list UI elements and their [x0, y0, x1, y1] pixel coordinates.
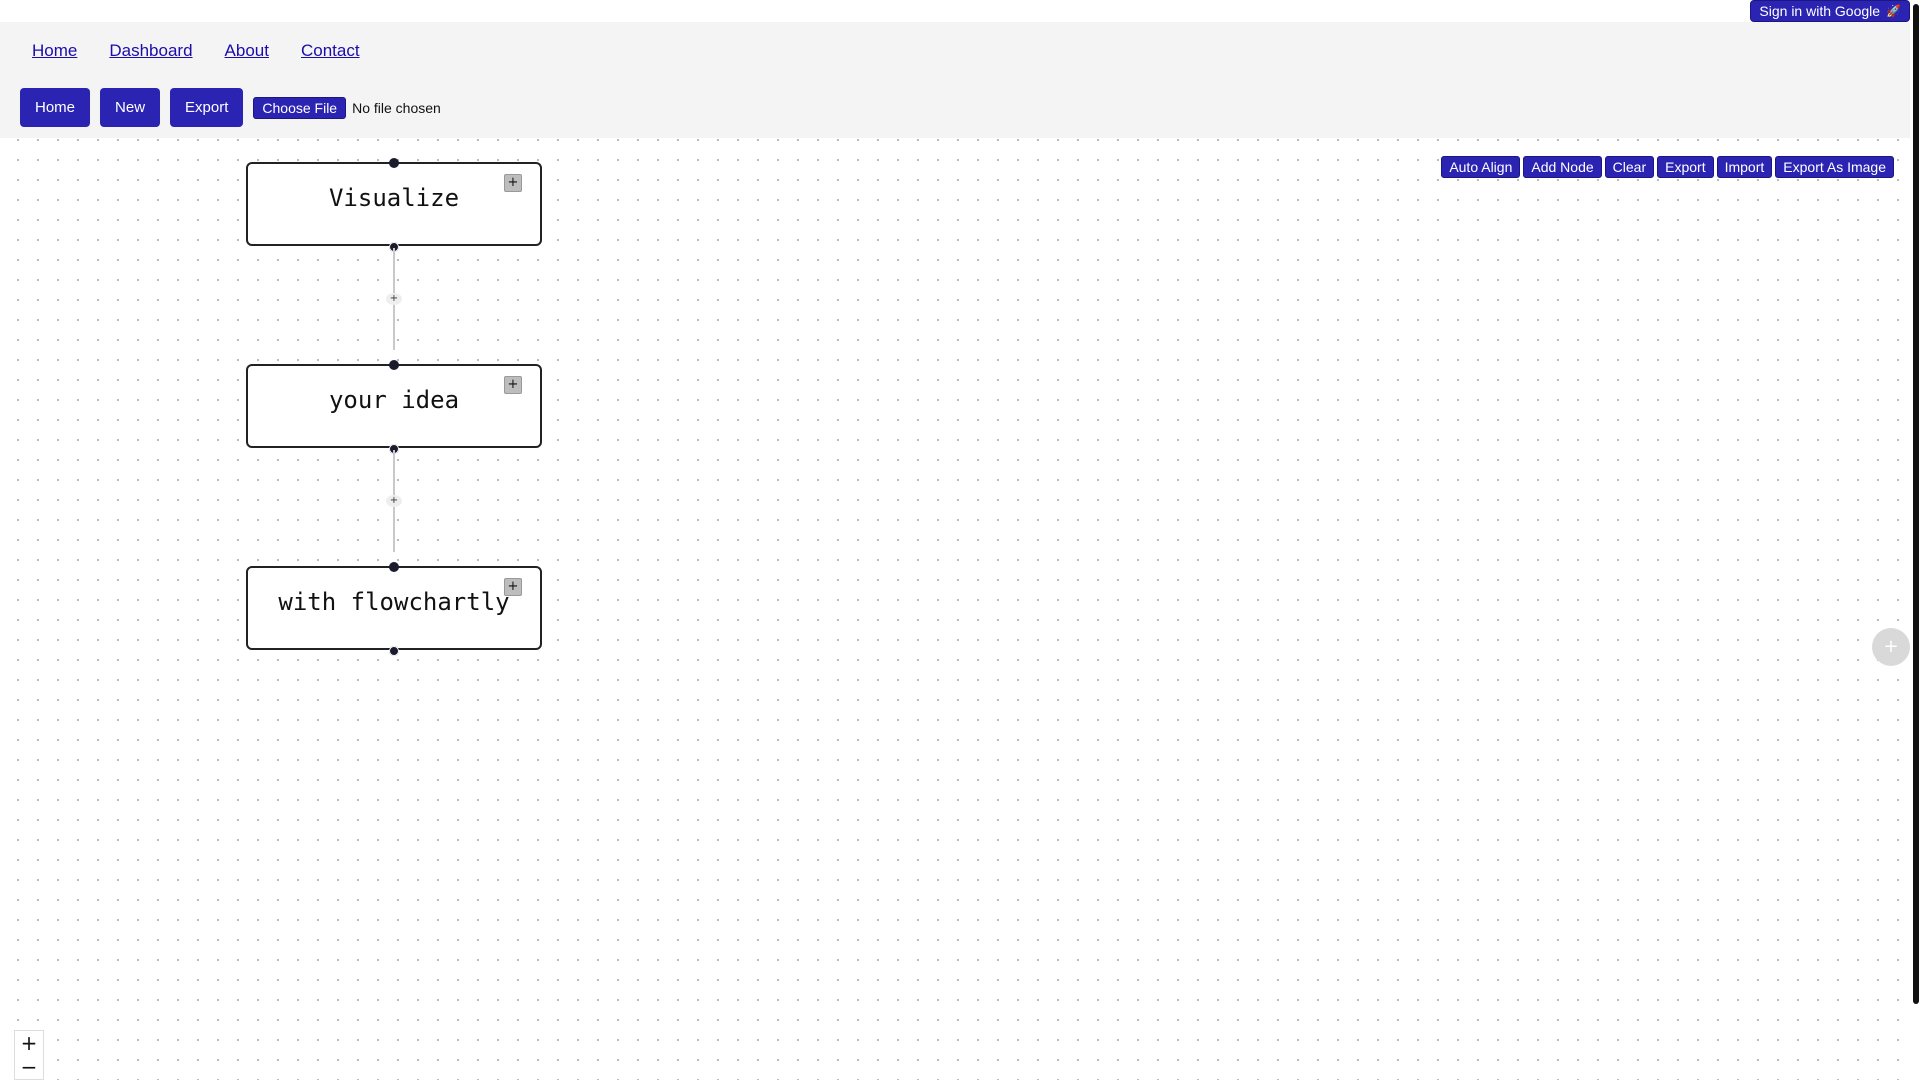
- node-label: your idea: [328, 386, 460, 414]
- canvas-toolbar: Auto Align Add Node Clear Export Import …: [1441, 156, 1894, 178]
- flow-node[interactable]: your idea +: [246, 364, 542, 448]
- main-nav: Home Dashboard About Contact: [32, 41, 360, 61]
- new-button[interactable]: New: [100, 88, 161, 127]
- nav-link-home[interactable]: Home: [32, 41, 77, 61]
- canvas-export-button[interactable]: Export: [1657, 156, 1714, 178]
- nav-link-about[interactable]: About: [225, 41, 269, 61]
- main-toolbar: Home New Export Choose File No file chos…: [20, 88, 441, 127]
- home-button[interactable]: Home: [20, 88, 91, 127]
- export-button[interactable]: Export: [170, 88, 244, 127]
- nav-link-contact[interactable]: Contact: [301, 41, 360, 61]
- floating-add-button[interactable]: +: [1872, 628, 1910, 666]
- rocket-icon: 🚀: [1886, 4, 1901, 18]
- node-output-handle[interactable]: [389, 646, 399, 656]
- scrollbar-thumb[interactable]: [1913, 4, 1919, 1004]
- top-strip: [0, 0, 1920, 22]
- node-input-handle[interactable]: [389, 562, 399, 572]
- page-scrollbar[interactable]: [1910, 0, 1920, 1080]
- clear-button[interactable]: Clear: [1604, 156, 1655, 178]
- zoom-in-button[interactable]: +: [15, 1031, 43, 1055]
- flowchart-canvas[interactable]: Auto Align Add Node Clear Export Import …: [0, 138, 1910, 1080]
- edge-add-button[interactable]: +: [386, 495, 402, 507]
- flow-node[interactable]: Visualize +: [246, 162, 542, 246]
- import-button[interactable]: Import: [1716, 156, 1773, 178]
- file-input: Choose File No file chosen: [253, 96, 441, 119]
- export-as-image-button[interactable]: Export As Image: [1775, 156, 1894, 178]
- node-label: with flowchartly: [278, 588, 510, 616]
- node-input-handle[interactable]: [389, 360, 399, 370]
- zoom-controls: + −: [14, 1030, 44, 1080]
- node-add-button[interactable]: +: [504, 578, 522, 596]
- node-add-button[interactable]: +: [504, 376, 522, 394]
- auto-align-button[interactable]: Auto Align: [1441, 156, 1521, 178]
- choose-file-button[interactable]: Choose File: [253, 96, 347, 119]
- google-signin-button[interactable]: Sign in with Google 🚀: [1750, 0, 1910, 22]
- file-status: No file chosen: [352, 99, 441, 116]
- app-header: Home Dashboard About Contact Home New Ex…: [0, 22, 1910, 138]
- nav-link-dashboard[interactable]: Dashboard: [109, 41, 192, 61]
- add-node-button[interactable]: Add Node: [1523, 156, 1602, 178]
- zoom-out-button[interactable]: −: [15, 1055, 43, 1079]
- signin-label: Sign in with Google: [1759, 3, 1881, 19]
- flow-node[interactable]: with flowchartly +: [246, 566, 542, 650]
- node-label: Visualize: [328, 184, 460, 212]
- edge-add-button[interactable]: +: [386, 293, 402, 305]
- node-add-button[interactable]: +: [504, 174, 522, 192]
- node-input-handle[interactable]: [389, 158, 399, 168]
